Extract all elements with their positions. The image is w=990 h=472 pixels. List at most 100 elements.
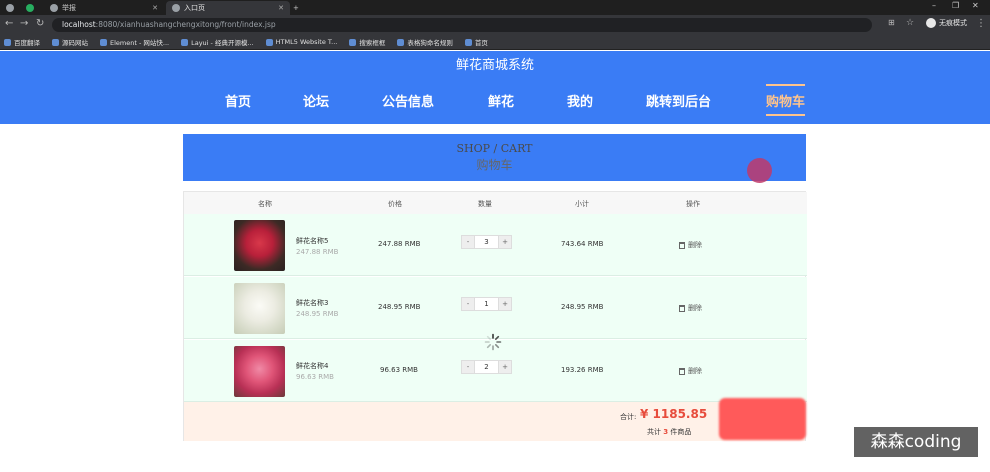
bookmark-label: 表格狗命名规则 <box>407 39 453 47</box>
reload-icon[interactable]: ↻ <box>36 18 44 29</box>
site-header: 鲜花商城系统 首页 论坛 公告信息 鲜花 我的 跳转到后台 购物车 <box>0 51 990 124</box>
banner-title-cn: 购物车 <box>476 158 513 172</box>
url-path: :8080/xianhuashangchengxitong/front/inde… <box>95 20 276 29</box>
close-icon[interactable]: ✕ <box>278 4 284 12</box>
menu-icon[interactable]: ⋮ <box>976 18 986 29</box>
nav-mine[interactable]: 我的 <box>567 91 593 110</box>
decrement-button[interactable]: - <box>461 235 475 249</box>
trash-icon <box>679 304 685 312</box>
nav-flowers[interactable]: 鲜花 <box>488 91 514 110</box>
browser-tab[interactable] <box>20 1 42 15</box>
increment-button[interactable]: + <box>498 235 512 249</box>
translate-icon[interactable]: ⊞ <box>888 18 895 27</box>
watermark: 森森coding <box>854 427 978 457</box>
delete-label: 删除 <box>688 241 702 249</box>
subtotal-cell: 193.26 RMB <box>561 366 604 374</box>
site-title: 鲜花商城系统 <box>455 58 534 73</box>
bookmark-label: Element - 网站快... <box>110 39 170 47</box>
tab-title: 入口页 <box>184 4 205 12</box>
product-name[interactable]: 鲜花名称3 <box>296 298 328 308</box>
product-image[interactable] <box>234 283 285 334</box>
delete-button[interactable]: 删除 <box>679 366 702 376</box>
bookmark-icon <box>52 38 59 46</box>
incognito-badge[interactable]: 无痕模式 <box>926 18 967 28</box>
product-name[interactable]: 鲜花名称5 <box>296 236 328 246</box>
count-prefix: 共计 <box>647 428 661 436</box>
price-cell: 96.63 RMB <box>380 366 418 374</box>
bookmarks-bar: 百度翻译 源码网站 Element - 网站快... Layui - 经典开源模… <box>0 35 990 50</box>
browser-tab[interactable]: 举报 ✕ <box>44 1 164 15</box>
price-cell: 247.88 RMB <box>378 240 421 248</box>
delete-button[interactable]: 删除 <box>679 240 702 250</box>
total-label: 合计: <box>620 413 637 421</box>
product-image[interactable] <box>234 220 285 271</box>
bookmark-icon <box>181 38 189 46</box>
bookmark-label: 源码网站 <box>62 39 88 47</box>
page-icon <box>50 4 58 12</box>
quantity-stepper: - 2 + <box>461 360 512 374</box>
total-amount: ¥ 1185.85 <box>640 407 708 421</box>
column-header: 操作 <box>686 200 700 208</box>
url-host: localhost <box>62 20 96 29</box>
globe-icon <box>6 4 14 12</box>
bookmark-item[interactable]: Element - 网站快... <box>100 37 169 47</box>
incognito-label: 无痕模式 <box>939 19 967 27</box>
column-header: 小计 <box>575 200 589 208</box>
cursor-highlight <box>747 158 772 183</box>
quantity-input[interactable]: 2 <box>475 360 498 374</box>
nav-cart[interactable]: 购物车 <box>766 84 806 116</box>
browser-address-bar: ← → ↻ localhost:8080/xianhuashangchengxi… <box>0 15 990 35</box>
bookmark-icon <box>4 38 11 46</box>
trash-icon <box>679 367 685 375</box>
product-name[interactable]: 鲜花名称4 <box>296 361 328 371</box>
nav-forum[interactable]: 论坛 <box>303 91 329 110</box>
bookmark-item[interactable]: 搜索框框 <box>349 37 385 47</box>
bookmark-item[interactable]: 源码网站 <box>52 37 88 47</box>
globe-icon <box>172 4 180 12</box>
subtotal-cell: 248.95 RMB <box>561 303 604 311</box>
tab-title: 举报 <box>62 4 76 12</box>
banner-title-en: SHOP / CART <box>456 142 533 155</box>
trash-icon <box>679 241 685 249</box>
url-input[interactable]: localhost:8080/xianhuashangchengxitong/f… <box>52 18 872 32</box>
main-nav: 首页 论坛 公告信息 鲜花 我的 跳转到后台 购物车 <box>0 84 990 121</box>
close-icon[interactable]: ✕ <box>152 4 158 12</box>
browser-tab-bar: 举报 ✕ 入口页 ✕ + – ❐ ✕ <box>0 0 990 15</box>
nav-home[interactable]: 首页 <box>225 91 251 110</box>
nav-admin[interactable]: 跳转到后台 <box>646 91 711 110</box>
restore-icon[interactable]: ❐ <box>952 1 959 10</box>
browser-tab-active[interactable]: 入口页 ✕ <box>166 1 290 15</box>
checkout-button[interactable] <box>719 398 806 440</box>
product-unit-price: 248.95 RMB <box>296 310 339 318</box>
bookmark-item[interactable]: 首页 <box>464 37 488 47</box>
forward-icon[interactable]: → <box>20 18 28 29</box>
product-image[interactable] <box>234 346 285 397</box>
decrement-button[interactable]: - <box>461 297 475 311</box>
quantity-input[interactable]: 1 <box>475 297 498 311</box>
increment-button[interactable]: + <box>498 360 512 374</box>
product-unit-price: 96.63 RMB <box>296 373 334 381</box>
decrement-button[interactable]: - <box>461 360 475 374</box>
table-header: 名称 价格 数量 小计 操作 <box>184 192 807 215</box>
cart-banner: SHOP / CART 购物车 <box>183 134 806 181</box>
app-icon <box>26 4 34 12</box>
star-icon[interactable]: ☆ <box>906 18 914 28</box>
bookmark-item[interactable]: 百度翻译 <box>4 37 40 47</box>
bookmark-item[interactable]: HTML5 Website T... <box>265 38 337 46</box>
back-icon[interactable]: ← <box>5 18 13 29</box>
new-tab-button[interactable]: + <box>293 1 307 15</box>
bookmark-item[interactable]: 表格狗命名规则 <box>397 37 453 47</box>
quantity-input[interactable]: 3 <box>475 235 498 249</box>
nav-announcements[interactable]: 公告信息 <box>382 91 434 110</box>
delete-label: 删除 <box>688 367 702 375</box>
count-value: 3 <box>663 428 669 436</box>
bookmark-icon <box>464 38 472 46</box>
bookmark-icon <box>397 38 405 46</box>
increment-button[interactable]: + <box>498 297 512 311</box>
close-window-icon[interactable]: ✕ <box>972 1 979 10</box>
minimize-icon[interactable]: – <box>932 1 936 10</box>
bookmark-item[interactable]: Layui - 经典开源模... <box>181 37 254 47</box>
browser-tab[interactable] <box>0 1 18 15</box>
delete-button[interactable]: 删除 <box>679 303 702 313</box>
bookmark-icon <box>100 38 107 46</box>
